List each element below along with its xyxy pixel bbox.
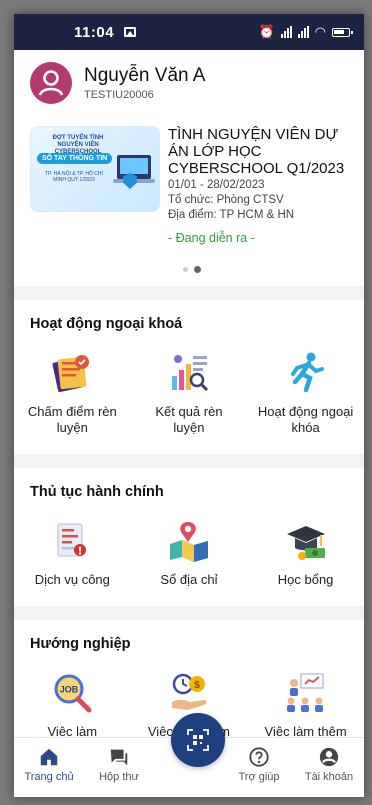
svg-text:$: $: [194, 680, 200, 691]
event-banner: ĐỢT TUYỂN TÌNH NGUYỆN VIÊN CYBERSCHOOL S…: [30, 126, 160, 212]
svg-text:JOB: JOB: [60, 685, 79, 695]
status-icons: ⏰ ◠: [258, 24, 353, 40]
job-icon: JOB: [54, 674, 92, 713]
feature-label: Học bổng: [277, 572, 334, 587]
feature-grid: Chấm điểm rèn luyện Kết quả rèn luyện Ho…: [14, 350, 364, 436]
feature-label: Sổ địa chỉ: [160, 572, 218, 587]
user-icon: [38, 70, 64, 96]
banner-line3: TP. HÀ NỘI & TP. HỒ CHÍ MINH QUÝ 1/2023: [45, 171, 103, 183]
banner-line2: SỔ TAY THÔNG TIN: [37, 153, 113, 164]
nav-home[interactable]: Trang chủ: [14, 746, 84, 783]
section-administrative: Thủ tục hành chính Dịch vụ công Sổ địa c…: [14, 468, 364, 588]
section-extracurricular: Hoạt động ngoại khoá Chấm điểm rèn luyện: [14, 300, 364, 436]
signal-icon-2: [297, 26, 309, 38]
event-info: TÌNH NGUYỆN VIÊN DỰ ÁN LỚP HỌC CYBERSCHO…: [168, 126, 354, 245]
feature-label: Kết quả rèn luyện: [155, 404, 223, 435]
scholarship-icon: [286, 526, 325, 560]
section-title: Hướng nghiệp: [30, 636, 131, 652]
alarm-icon: ⏰: [258, 24, 275, 39]
feature-label: Dịch vụ công: [34, 572, 110, 587]
nav-label: Hộp thư: [99, 771, 139, 783]
public-service-icon: [57, 523, 87, 557]
feature-label: Hoạt động ngoại khóa: [257, 404, 354, 435]
help-icon: [249, 747, 269, 767]
address-book-icon: [169, 522, 208, 562]
shield-icon: [123, 173, 137, 189]
user-name: Nguyễn Văn A: [84, 65, 206, 86]
nav-account[interactable]: Tài khoản: [294, 746, 364, 783]
feature-grid: Dịch vụ công Sổ địa chỉ Học bổng: [14, 518, 364, 588]
carousel-indicator[interactable]: [30, 266, 354, 273]
qr-scan-button[interactable]: [171, 713, 225, 767]
qr-code-icon: [187, 729, 209, 751]
feature-extracurricular-activities[interactable]: Hoạt động ngoại khóa: [247, 350, 364, 436]
event-organizer: Tổ chức: Phòng CTSV: [168, 194, 284, 206]
nav-help[interactable]: Trợ giúp: [224, 746, 294, 783]
score-icon: [52, 355, 90, 393]
status-bar: 11:04 ⏰ ◠: [14, 14, 364, 50]
section-title: Hoạt động ngoại khoá: [30, 316, 183, 332]
feature-address-book[interactable]: Sổ địa chỉ: [131, 518, 248, 588]
signal-icon: [280, 26, 292, 38]
feature-training-score[interactable]: Chấm điểm rèn luyện: [14, 350, 131, 436]
event-status: - Đang diễn ra -: [168, 231, 255, 245]
battery-icon: [332, 27, 353, 37]
running-icon: [290, 352, 324, 393]
part-time-icon: $: [171, 673, 207, 710]
feature-recruitment[interactable]: Việc làm thêm: [247, 670, 364, 740]
nav-label: Tài khoản: [304, 771, 354, 783]
divider: [14, 606, 364, 620]
inbox-icon: [110, 749, 128, 766]
status-time: 11:04: [74, 23, 115, 41]
user-id: TESTIU20006: [84, 89, 154, 101]
home-icon: [40, 748, 58, 766]
event-location: Địa điểm: TP HCM & HN: [168, 209, 295, 221]
event-card[interactable]: ĐỢT TUYỂN TÌNH NGUYỆN VIÊN CYBERSCHOOL S…: [30, 126, 354, 245]
feature-training-results[interactable]: Kết quả rèn luyện: [131, 350, 248, 436]
phone-screen: 11:04 ⏰ ◠ Nguyễn Văn A TESTIU20006 ĐỢT T…: [14, 14, 364, 797]
event-dates: 01/01 - 28/02/2023: [168, 179, 265, 191]
feature-label: Chấm điểm rèn luyện: [27, 404, 117, 435]
divider: [14, 286, 364, 300]
image-notification-icon: [124, 27, 137, 37]
feature-jobs[interactable]: JOB Việc làm: [14, 670, 131, 740]
recruitment-icon: [286, 673, 324, 712]
account-icon: [319, 747, 339, 767]
section-title: Thủ tục hành chính: [30, 484, 164, 500]
feature-public-service[interactable]: Dịch vụ công: [14, 518, 131, 588]
nav-label: Trang chủ: [24, 771, 74, 783]
results-icon: [171, 355, 209, 392]
nav-inbox[interactable]: Hộp thư: [84, 746, 154, 783]
profile-header[interactable]: Nguyễn Văn A TESTIU20006: [14, 50, 364, 116]
divider: [14, 454, 364, 468]
feature-scholarship[interactable]: Học bổng: [247, 518, 364, 588]
event-carousel[interactable]: ĐỢT TUYỂN TÌNH NGUYỆN VIÊN CYBERSCHOOL S…: [14, 116, 364, 286]
carousel-dot[interactable]: [183, 267, 188, 272]
nav-label: Trợ giúp: [238, 771, 280, 783]
event-title: TÌNH NGUYỆN VIÊN DỰ ÁN LỚP HỌC CYBERSCHO…: [168, 126, 345, 177]
avatar[interactable]: [30, 62, 72, 104]
wifi-icon: ◠: [314, 24, 326, 39]
carousel-dot-active[interactable]: [194, 266, 201, 273]
